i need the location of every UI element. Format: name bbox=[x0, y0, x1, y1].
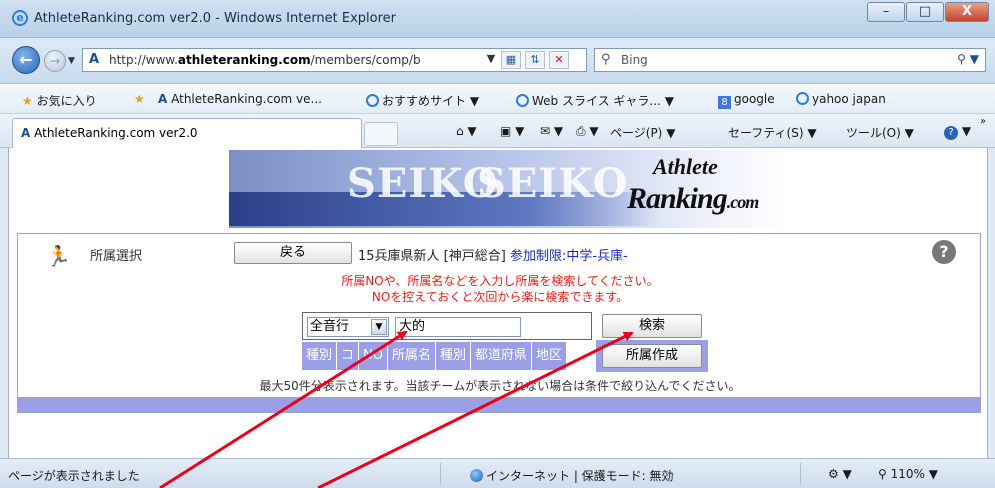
header-affiliation-name[interactable]: 所属名 bbox=[388, 342, 437, 370]
competition-info: 15兵庫県新人 [神戸総合] 参加制限:中学-兵庫- bbox=[358, 249, 628, 264]
search-button[interactable]: 検索 bbox=[602, 314, 702, 338]
print-icon[interactable]: ⎙ ▼ bbox=[576, 124, 599, 139]
ie-page-icon bbox=[366, 94, 379, 107]
results-header: 種別 コ NO 所属名 種別 都道府県 地区 bbox=[302, 342, 568, 370]
address-bar[interactable]: A http://www.athleteranking.com/members/… bbox=[82, 48, 587, 72]
site-favicon-icon: A bbox=[21, 126, 31, 140]
back-button[interactable]: ← bbox=[12, 46, 40, 74]
chevron-down-icon[interactable]: ▼ bbox=[371, 319, 387, 335]
address-dropdown-icon[interactable]: ▼ bbox=[481, 51, 501, 69]
tab-athleteranking[interactable]: A AthleteRanking.com ver2.0 bbox=[12, 118, 362, 148]
window-title: AthleteRanking.com ver2.0 - Windows Inte… bbox=[34, 11, 397, 26]
results-note: 最大50件分表示されます。当該チームが表示されない場合は条件で絞り込んでください… bbox=[259, 379, 741, 393]
site-logo-athlete: Athlete bbox=[653, 154, 718, 179]
star-icon: ★ bbox=[22, 94, 33, 108]
section-title: 所属選択 bbox=[90, 249, 143, 264]
maximize-button[interactable]: □ bbox=[906, 2, 944, 22]
feeds-icon[interactable]: ▣ ▼ bbox=[500, 124, 524, 138]
results-bar bbox=[18, 397, 980, 412]
minimize-button[interactable]: – bbox=[867, 2, 905, 22]
keyword-input[interactable]: 大的 bbox=[395, 317, 521, 337]
header-number[interactable]: NO bbox=[359, 342, 388, 370]
close-button[interactable]: X bbox=[945, 2, 989, 22]
header-type[interactable]: 種別 bbox=[436, 342, 472, 370]
window-titlebar: e AthleteRanking.com ver2.0 - Windows In… bbox=[0, 0, 995, 38]
zoom-level[interactable]: ⚲ 110% ▼ bbox=[878, 467, 938, 481]
create-affiliation-button[interactable]: 所属作成 bbox=[602, 344, 702, 368]
instruction-message: 所属NOや、所属名などを入力し所属を検索してください。 bbox=[341, 274, 659, 288]
add-favorite-icon[interactable]: ★ bbox=[134, 92, 145, 106]
protected-mode-icon[interactable]: ⚙ ▼ bbox=[828, 467, 852, 481]
search-input[interactable]: Bing bbox=[621, 53, 648, 67]
instruction-message: NOを控えておくと次回から楽に検索できます。 bbox=[371, 290, 629, 304]
runner-icon: 🏃 bbox=[46, 244, 71, 268]
header-code[interactable]: コ bbox=[337, 342, 360, 370]
kana-select[interactable]: 全音行 ▼ bbox=[307, 317, 389, 337]
banner-ad-seiko: SEIKO bbox=[477, 160, 629, 207]
home-icon[interactable]: ⌂ ▼ bbox=[456, 124, 477, 138]
site-banner: SEIKO SEIKO Athlete Ranking.com bbox=[229, 150, 789, 228]
help-icon[interactable]: ? bbox=[932, 240, 956, 264]
banner-ad-seiko: SEIKO bbox=[347, 160, 499, 207]
window-controls: – □ X bbox=[866, 2, 989, 22]
status-bar: ページが表示されました インターネット | 保護モード: 無効 ⚙ ▼ ⚲ 11… bbox=[0, 458, 995, 488]
navigation-bar: ← → ▼ A http://www.athleteranking.com/me… bbox=[0, 38, 995, 84]
compatibility-view-icon[interactable]: ▦ bbox=[501, 51, 521, 69]
favorites-button[interactable]: ★ お気に入り bbox=[22, 92, 97, 109]
search-filter: 全音行 ▼ 大的 bbox=[302, 312, 592, 340]
ie-page-icon bbox=[516, 94, 529, 107]
search-box[interactable]: ⚲ Bing ⚲ ▼ bbox=[594, 48, 986, 72]
site-favicon-icon: A bbox=[89, 52, 100, 67]
affiliation-select-panel: 🏃 所属選択 戻る 15兵庫県新人 [神戸総合] 参加制限:中学-兵庫- ? 所… bbox=[17, 233, 981, 413]
tools-menu[interactable]: ツール(O) ▼ bbox=[846, 124, 914, 141]
new-tab-button[interactable] bbox=[364, 122, 398, 146]
security-zone[interactable]: インターネット | 保護モード: 無効 bbox=[470, 467, 674, 484]
safety-menu[interactable]: セーフティ(S) ▼ bbox=[728, 124, 817, 141]
page-menu[interactable]: ページ(P) ▼ bbox=[610, 124, 675, 141]
search-engine-icon: ⚲ bbox=[601, 52, 611, 67]
favorites-bar: ★ お気に入り ★ A AthleteRanking.com ve... おすす… bbox=[0, 84, 995, 114]
refresh-icon[interactable]: ⇅ bbox=[525, 51, 545, 69]
header-category[interactable]: 種別 bbox=[302, 342, 338, 370]
internet-explorer-icon: e bbox=[12, 10, 28, 26]
help-menu-icon[interactable]: ? ▼ bbox=[944, 124, 971, 140]
address-url[interactable]: http://www.athleteranking.com/members/co… bbox=[109, 53, 421, 67]
page-content: SEIKO SEIKO Athlete Ranking.com 🏃 所属選択 戻… bbox=[8, 148, 988, 458]
favorite-google[interactable]: 8 google bbox=[718, 92, 775, 109]
site-logo-ranking: Ranking.com bbox=[627, 182, 759, 215]
tab-bar: A AthleteRanking.com ver2.0 ⌂ ▼ ▣ ▼ ✉ ▼ … bbox=[0, 114, 995, 148]
mail-icon[interactable]: ✉ ▼ bbox=[540, 124, 563, 138]
search-go-icon[interactable]: ⚲ ▼ bbox=[957, 52, 979, 66]
favorite-yahoo-japan[interactable]: yahoo japan bbox=[796, 92, 886, 106]
favorite-athleteranking[interactable]: A AthleteRanking.com ve... bbox=[158, 92, 322, 106]
header-prefecture[interactable]: 都道府県 bbox=[471, 342, 533, 370]
ie-page-icon bbox=[796, 92, 809, 105]
stop-icon[interactable]: ✕ bbox=[549, 51, 569, 69]
history-dropdown-icon[interactable]: ▼ bbox=[68, 56, 75, 66]
back-button[interactable]: 戻る bbox=[234, 242, 352, 264]
globe-icon bbox=[470, 469, 483, 482]
status-text: ページが表示されました bbox=[8, 469, 140, 483]
favorite-web-slice-gallery[interactable]: Web スライス ギャラ... ▼ bbox=[516, 92, 674, 109]
header-region[interactable]: 地区 bbox=[532, 342, 568, 370]
forward-button[interactable]: → bbox=[44, 50, 66, 72]
more-commands-icon[interactable]: » bbox=[980, 116, 986, 127]
favorite-recommended-sites[interactable]: おすすめサイト ▼ bbox=[366, 92, 479, 109]
